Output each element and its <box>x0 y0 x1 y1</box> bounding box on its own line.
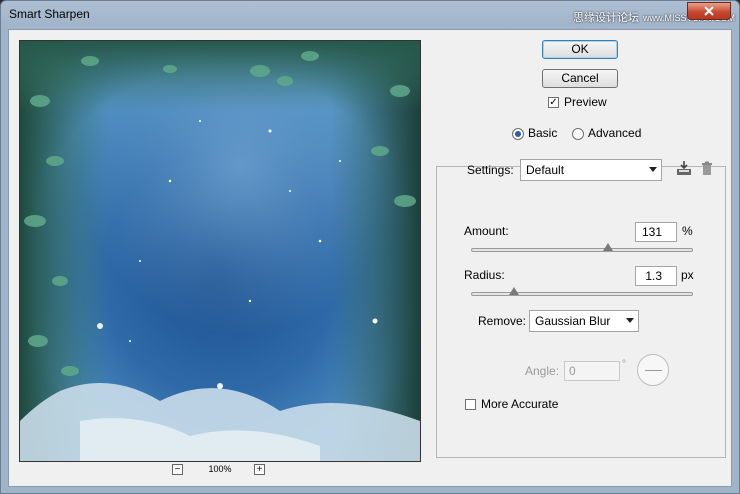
angle-input: 0 <box>564 361 620 381</box>
radius-label: Radius: <box>464 268 505 282</box>
basic-radio[interactable] <box>512 128 524 140</box>
radius-slider-thumb[interactable] <box>508 287 519 295</box>
advanced-radio[interactable] <box>572 128 584 140</box>
settings-label: Settings: <box>467 163 514 177</box>
cancel-button[interactable]: Cancel <box>542 69 618 88</box>
close-button[interactable] <box>687 2 731 20</box>
dialog-body: − 100% + OK Cancel ✓ Preview Basic Advan… <box>8 29 732 487</box>
save-settings-icon[interactable] <box>675 160 693 178</box>
remove-dropdown[interactable]: Gaussian Blur <box>529 310 639 332</box>
amount-input[interactable]: 131 <box>635 222 677 242</box>
settings-dropdown[interactable]: Default <box>520 159 662 181</box>
zoom-bar: − 100% + <box>19 464 419 480</box>
zoom-level: 100% <box>208 464 232 474</box>
title-bar: Smart Sharpen 思缘设计论坛www.MISSVUAN.COM <box>1 1 739 29</box>
chevron-down-icon <box>626 318 634 323</box>
smart-sharpen-dialog: Smart Sharpen 思缘设计论坛www.MISSVUAN.COM <box>0 0 740 494</box>
amount-slider[interactable] <box>471 243 693 252</box>
preview-checkbox[interactable]: ✓ <box>548 97 559 108</box>
amount-label: Amount: <box>464 224 509 238</box>
more-accurate-checkbox[interactable] <box>465 399 476 410</box>
amount-slider-thumb[interactable] <box>603 243 614 251</box>
zoom-in-button[interactable]: + <box>254 464 265 475</box>
chevron-down-icon <box>649 167 657 172</box>
remove-label: Remove: <box>478 314 527 328</box>
remove-value: Gaussian Blur <box>535 314 611 328</box>
preview-image[interactable] <box>19 40 421 462</box>
radio-selected-dot <box>515 131 521 137</box>
angle-dial <box>637 354 669 386</box>
basic-label: Basic <box>528 126 558 140</box>
amount-unit: % <box>682 224 693 238</box>
close-icon <box>704 6 714 16</box>
angle-label: Angle: <box>525 364 560 378</box>
radius-slider[interactable] <box>471 287 693 296</box>
more-accurate-label: More Accurate <box>481 397 559 411</box>
window-title: Smart Sharpen <box>9 7 90 21</box>
ok-button[interactable]: OK <box>542 40 618 59</box>
trash-icon[interactable] <box>698 160 716 178</box>
radius-input[interactable]: 1.3 <box>635 266 677 286</box>
radius-unit: px <box>681 268 694 282</box>
watermark-text: 思缘设计论坛 <box>572 12 639 24</box>
settings-value: Default <box>526 163 565 177</box>
angle-unit: ° <box>622 359 626 370</box>
preview-artwork <box>20 41 420 461</box>
preview-label: Preview <box>564 95 607 109</box>
zoom-out-button[interactable]: − <box>172 464 183 475</box>
advanced-label: Advanced <box>588 126 642 140</box>
